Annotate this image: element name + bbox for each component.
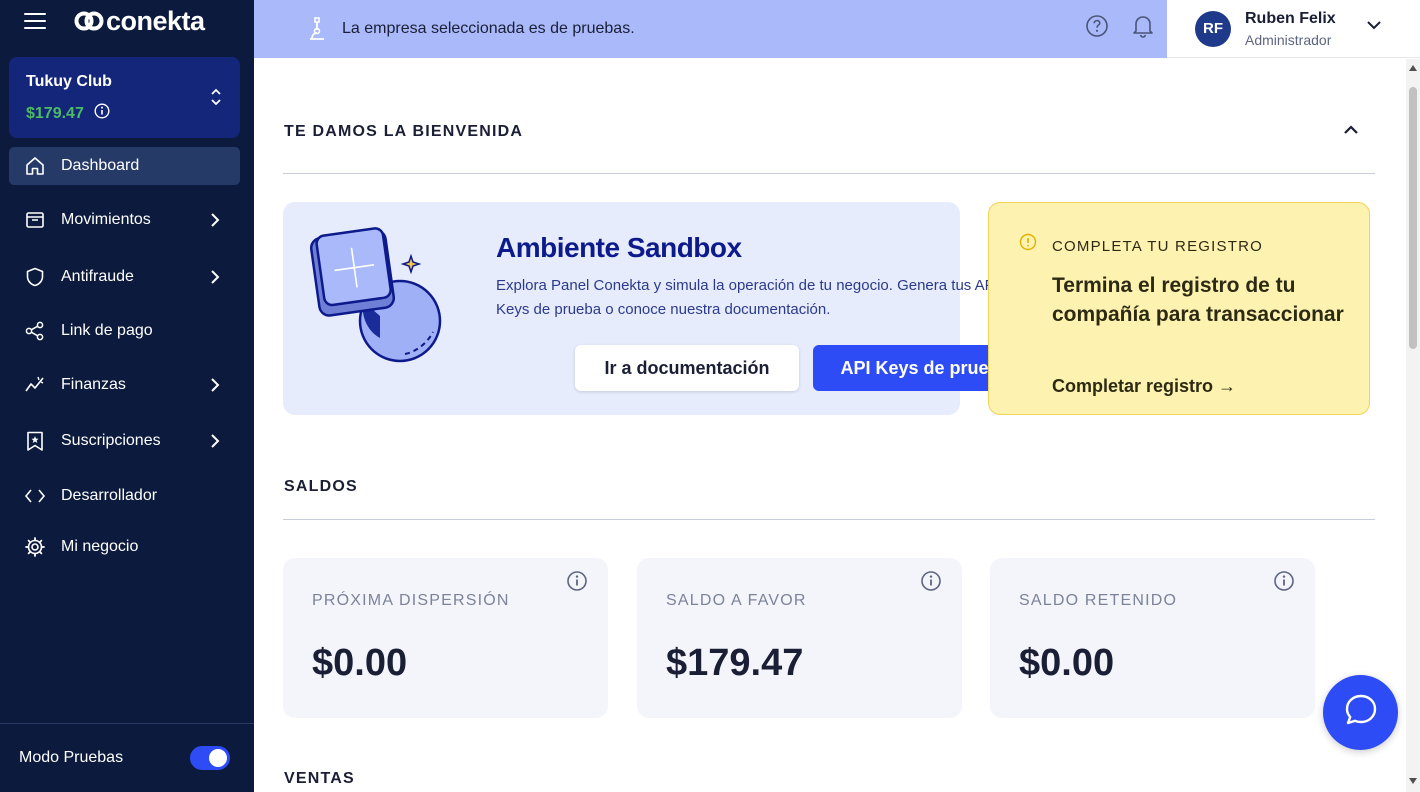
info-icon[interactable] xyxy=(94,103,110,124)
sidebar-item-mi-negocio[interactable]: Mi negocio xyxy=(9,528,240,566)
divider xyxy=(283,519,1375,520)
sandbox-title: Ambiente Sandbox xyxy=(496,232,742,263)
complete-registration-link[interactable]: Completar registro → xyxy=(1052,376,1236,397)
help-icon[interactable] xyxy=(1085,14,1109,43)
sidebar-item-label: Finanzas xyxy=(61,376,126,393)
page-scrollbar[interactable] xyxy=(1406,59,1420,792)
inbox-icon xyxy=(24,209,46,231)
conekta-logo[interactable]: conekta xyxy=(74,6,205,37)
balance-card-value: $179.47 xyxy=(666,642,804,684)
sidebar-item-dashboard[interactable]: Dashboard xyxy=(9,147,240,185)
test-mode-toggle[interactable] xyxy=(190,746,230,770)
test-mode-banner: La empresa seleccionada es de pruebas. xyxy=(254,0,1167,58)
company-selector[interactable]: Tukuy Club $179.47 xyxy=(9,57,240,138)
complete-registration-card: COMPLETA TU REGISTRO Termina el registro… xyxy=(988,202,1370,415)
microscope-icon xyxy=(306,16,328,42)
sidebar-item-label: Mi negocio xyxy=(61,538,139,555)
home-icon xyxy=(24,155,46,177)
balance-card-label: PRÓXIMA DISPERSIÓN xyxy=(312,592,510,609)
balance-card-available: SALDO A FAVOR $179.47 xyxy=(637,558,962,718)
sidebar-item-label: Suscripciones xyxy=(61,432,161,449)
sandbox-description: Explora Panel Conekta y simula la operac… xyxy=(496,277,999,318)
balance-card-label: SALDO RETENIDO xyxy=(1019,592,1178,609)
sidebar-item-link-de-pago[interactable]: Link de pago xyxy=(9,312,240,350)
chevron-up-down-icon xyxy=(210,88,222,111)
registration-title: Termina el registro de tu compañía para … xyxy=(1052,274,1344,326)
divider xyxy=(283,173,1375,174)
scrollbar-thumb[interactable] xyxy=(1409,87,1417,349)
sidebar-item-suscripciones[interactable]: Suscripciones xyxy=(9,422,240,460)
menu-icon[interactable] xyxy=(24,13,46,29)
chevron-right-icon xyxy=(210,433,220,454)
sidebar-nav: Dashboard Movimientos Antifraude Link de… xyxy=(9,147,240,566)
chevron-right-icon xyxy=(210,212,220,233)
info-icon[interactable] xyxy=(1273,570,1295,597)
conekta-logo-mark-icon xyxy=(74,11,104,31)
company-name: Tukuy Club xyxy=(26,73,112,90)
info-icon[interactable] xyxy=(566,570,588,597)
sidebar-item-label: Movimientos xyxy=(61,211,151,228)
chevron-right-icon xyxy=(210,269,220,290)
shield-icon xyxy=(24,266,46,288)
alert-circle-icon xyxy=(1019,233,1037,256)
sidebar-item-label: Link de pago xyxy=(61,322,153,339)
chevron-up-icon[interactable] xyxy=(1342,123,1360,142)
saldos-section-title: SALDOS xyxy=(284,478,358,495)
brand-name: conekta xyxy=(106,5,205,36)
sidebar-item-finanzas[interactable]: Finanzas xyxy=(9,366,240,404)
chat-button[interactable] xyxy=(1323,675,1398,750)
sidebar: conekta Tukuy Club $179.47 Dashboard Mov… xyxy=(0,0,254,792)
banner-message: La empresa seleccionada es de pruebas. xyxy=(342,20,635,37)
balance-card-next-dispersion: PRÓXIMA DISPERSIÓN $0.00 xyxy=(283,558,608,718)
sidebar-item-movimientos[interactable]: Movimientos xyxy=(9,201,240,239)
avatar: RF xyxy=(1195,10,1231,47)
sandbox-card: Ambiente Sandbox Explora Panel Conekta y… xyxy=(283,202,1037,415)
chevron-right-icon xyxy=(210,377,220,398)
sidebar-item-label: Dashboard xyxy=(61,157,140,174)
test-mode-footer: Modo Pruebas xyxy=(0,723,254,792)
scroll-up-arrow-icon[interactable] xyxy=(1409,65,1417,71)
company-balance-value: $179.47 xyxy=(26,104,84,122)
balance-card-retained: SALDO RETENIDO $0.00 xyxy=(990,558,1315,718)
sidebar-item-antifraude[interactable]: Antifraude xyxy=(9,258,240,296)
sidebar-header: conekta xyxy=(0,0,254,42)
chat-bubble-icon xyxy=(1343,692,1379,733)
dashboard-content: TE DAMOS LA BIENVENIDA Ambiente Sandbox … xyxy=(254,59,1406,792)
sidebar-item-desarrollador[interactable]: Desarrollador xyxy=(9,477,240,515)
balance-card-value: $0.00 xyxy=(1019,642,1115,684)
user-role: Administrador xyxy=(1245,31,1332,48)
sandbox-illustration-icon xyxy=(305,226,445,371)
welcome-section-title: TE DAMOS LA BIENVENIDA xyxy=(284,123,524,140)
docs-button[interactable]: Ir a documentación xyxy=(575,345,799,391)
user-menu[interactable]: RF Ruben Felix Administrador xyxy=(1167,0,1420,58)
sidebar-item-label: Antifraude xyxy=(61,268,134,285)
balance-card-label: SALDO A FAVOR xyxy=(666,592,807,609)
chevron-down-icon xyxy=(1366,18,1382,36)
scroll-down-arrow-icon[interactable] xyxy=(1409,778,1417,784)
sidebar-item-label: Desarrollador xyxy=(61,487,158,504)
gear-icon xyxy=(24,536,46,558)
user-info: Ruben Felix Administrador xyxy=(1245,10,1336,48)
info-icon[interactable] xyxy=(920,570,942,597)
registration-kicker: COMPLETA TU REGISTRO xyxy=(1052,238,1263,255)
bookmark-star-icon xyxy=(24,430,46,452)
code-icon xyxy=(24,485,46,507)
company-balance: $179.47 xyxy=(26,103,223,124)
balance-card-value: $0.00 xyxy=(312,642,408,684)
share-icon xyxy=(24,320,46,342)
notifications-bell-icon[interactable] xyxy=(1131,13,1155,44)
user-name: Ruben Felix xyxy=(1245,9,1336,27)
test-mode-label: Modo Pruebas xyxy=(19,749,124,766)
chart-line-icon xyxy=(24,374,46,396)
ventas-section-title: VENTAS xyxy=(284,770,355,787)
